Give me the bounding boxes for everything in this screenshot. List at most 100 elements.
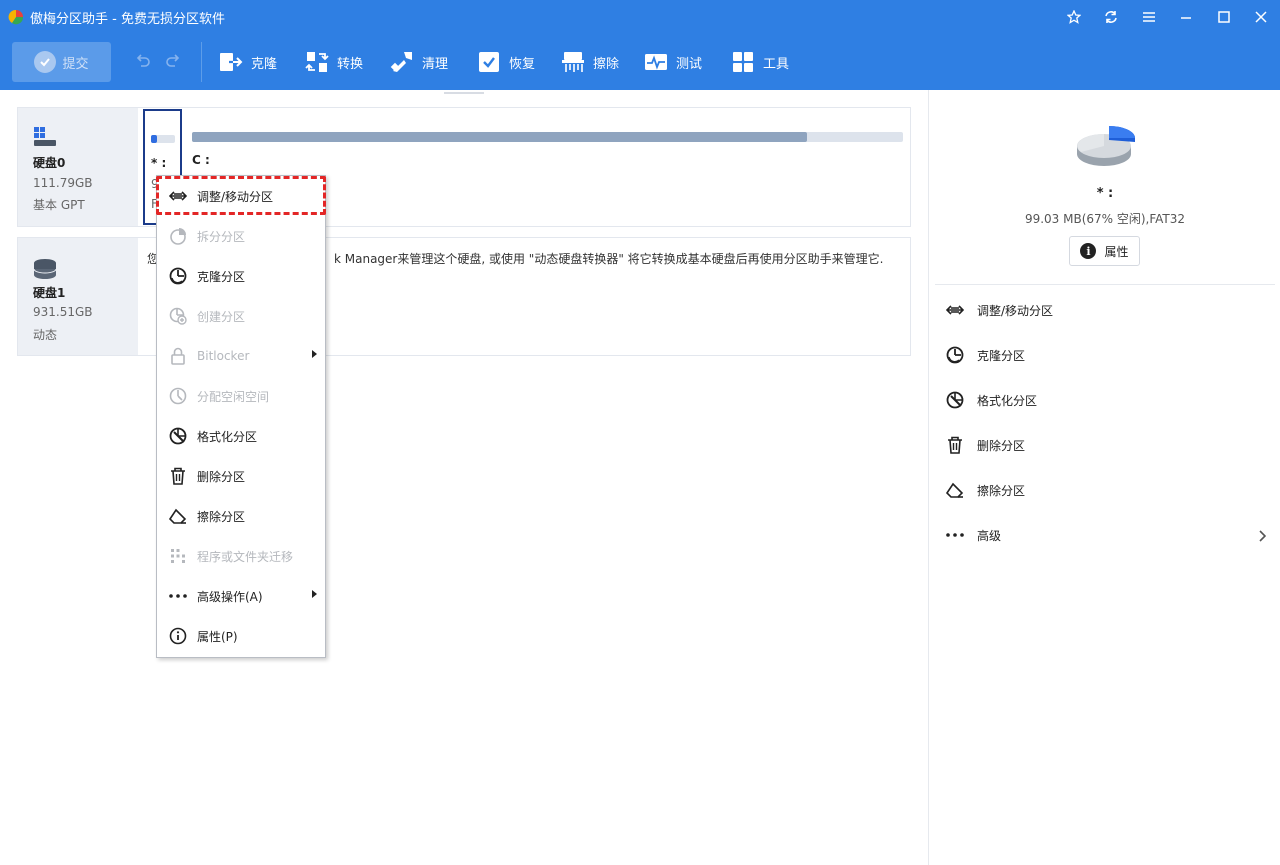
- clone-partition-icon: [169, 267, 187, 285]
- disk-info-1[interactable]: 硬盘1 931.51GB 动态: [18, 238, 138, 355]
- menu-item-wipe-partition[interactable]: 擦除分区: [157, 496, 325, 536]
- action-label: 高级: [977, 528, 1002, 543]
- toolbar-tools-label: 工具: [763, 56, 790, 72]
- toolbar-convert-button[interactable]: 转换: [305, 48, 363, 76]
- toolbar-recover-label: 恢复: [509, 56, 536, 72]
- clone-icon: [220, 53, 243, 71]
- menu-item-label: 程序或文件夹迁移: [197, 549, 294, 564]
- menu-item-label: 擦除分区: [197, 509, 246, 524]
- disk-row-1: 硬盘1 931.51GB 动态 您 k Manager来管理这个硬盘, 或使用 …: [17, 237, 911, 356]
- dynamic-disk-icon: [33, 259, 57, 279]
- menu-item-allocate-free-space[interactable]: 分配空闲空间: [157, 376, 325, 416]
- redo-icon[interactable]: [164, 52, 182, 70]
- partition-label: C :: [192, 153, 210, 167]
- action-delete-partition[interactable]: 删除分区: [945, 433, 1025, 457]
- menu-item-label: 克隆分区: [197, 269, 246, 284]
- favorite-star-icon[interactable]: [1055, 0, 1093, 34]
- action-label: 克隆分区: [977, 348, 1026, 363]
- action-label: 格式化分区: [977, 393, 1038, 408]
- action-wipe-partition[interactable]: 擦除分区: [945, 478, 1025, 502]
- create-partition-icon: [169, 307, 187, 325]
- context-menu: 调整/移动分区 拆分分区 克隆分区 创建分区 Bitlocker 分配空闲空间: [156, 175, 326, 658]
- submenu-arrow-icon: [312, 350, 317, 358]
- toolbar-divider: [201, 42, 202, 82]
- submit-button[interactable]: 提交: [12, 42, 111, 82]
- menu-item-label: 删除分区: [197, 469, 246, 484]
- menu-item-app-migration[interactable]: 程序或文件夹迁移: [157, 536, 325, 576]
- menu-item-resize[interactable]: 调整/移动分区: [157, 176, 325, 216]
- action-advanced[interactable]: 高级: [945, 523, 1265, 547]
- right-pane: * : 99.03 MB(67% 空闲),FAT32 i 属性 调整/移动分区 …: [928, 90, 1280, 865]
- action-clone-partition[interactable]: 克隆分区: [945, 343, 1025, 367]
- action-label: 删除分区: [977, 438, 1026, 453]
- toolbar-clean-button[interactable]: 清理: [390, 48, 448, 76]
- toolbar-wipe-label: 擦除: [593, 56, 620, 72]
- disk-row-0: 硬盘0 111.79GB 基本 GPT * : 9 F C :: [17, 107, 911, 227]
- selected-partition-detail: 99.03 MB(67% 空闲),FAT32: [1024, 212, 1186, 226]
- submenu-arrow-icon: [312, 590, 317, 598]
- toolbar-clone-label: 克隆: [251, 56, 278, 72]
- menu-item-label: 创建分区: [197, 309, 246, 324]
- disk-type: 基本 GPT: [33, 198, 85, 212]
- menu-item-delete-partition[interactable]: 删除分区: [157, 456, 325, 496]
- menu-item-label: 高级操作(A): [197, 589, 263, 604]
- refresh-icon[interactable]: [1093, 0, 1131, 34]
- toolbar-convert-label: 转换: [337, 56, 364, 72]
- clone-partition-icon: [945, 345, 965, 365]
- properties-button[interactable]: i 属性: [1069, 236, 1140, 266]
- menu-item-label: 格式化分区: [197, 429, 258, 444]
- resize-icon: [169, 187, 187, 205]
- selected-partition-name: * :: [1096, 186, 1114, 201]
- toolbar-wipe-button[interactable]: 擦除: [561, 48, 619, 76]
- action-format-partition[interactable]: 格式化分区: [945, 388, 1037, 412]
- disk-name: 硬盘0: [33, 156, 66, 170]
- menu-icon[interactable]: [1130, 0, 1168, 34]
- more-icon: [169, 587, 187, 605]
- dynamic-disk-message: k Manager来管理这个硬盘, 或使用 "动态硬盘转换器" 将它转换成基本硬…: [334, 252, 884, 266]
- toolbar-test-button[interactable]: 测试: [644, 48, 702, 76]
- close-icon[interactable]: [1243, 0, 1280, 34]
- menu-item-properties[interactable]: 属性(P): [157, 616, 325, 656]
- check-icon: [34, 51, 57, 73]
- recover-icon: [479, 52, 499, 72]
- maximize-icon[interactable]: [1205, 0, 1243, 34]
- toolbar-clone-button[interactable]: 克隆: [219, 48, 277, 76]
- menu-item-bitlocker[interactable]: Bitlocker: [157, 336, 325, 376]
- partition-pie-icon: [1077, 126, 1135, 166]
- disk-type: 动态: [33, 328, 58, 342]
- window-title: 傲梅分区助手 - 免费无损分区软件: [30, 11, 225, 27]
- toolbar: 提交 克隆 转换 清理 恢复 擦除 测试 工具: [0, 34, 1280, 90]
- action-resize-partition[interactable]: 调整/移动分区: [945, 298, 1053, 322]
- menu-item-format-partition[interactable]: 格式化分区: [157, 416, 325, 456]
- menu-item-split[interactable]: 拆分分区: [157, 216, 325, 256]
- properties-label: 属性: [1104, 244, 1129, 259]
- clean-icon: [390, 52, 412, 72]
- toolbar-test-label: 测试: [676, 56, 703, 72]
- test-icon: [645, 54, 667, 70]
- format-icon: [945, 390, 965, 410]
- partition-label: * :: [151, 156, 167, 170]
- disk-info-0[interactable]: 硬盘0 111.79GB 基本 GPT: [18, 108, 138, 226]
- minimize-icon[interactable]: [1168, 0, 1206, 34]
- info-icon: i: [1080, 243, 1097, 259]
- menu-item-label: 拆分分区: [197, 229, 246, 244]
- undo-icon[interactable]: [134, 52, 152, 70]
- chevron-right-icon[interactable]: [1258, 530, 1266, 542]
- toolbar-recover-button[interactable]: 恢复: [477, 48, 535, 76]
- convert-icon: [305, 52, 329, 72]
- action-label: 调整/移动分区: [977, 303, 1054, 318]
- disk-size: 931.51GB: [33, 305, 93, 319]
- app-logo-icon: [8, 9, 24, 25]
- menu-item-clone-partition[interactable]: 克隆分区: [157, 256, 325, 296]
- lock-icon: [169, 347, 187, 365]
- disk-size: 111.79GB: [33, 176, 93, 190]
- menu-item-label: 调整/移动分区: [197, 189, 274, 204]
- toolbar-tools-button[interactable]: 工具: [731, 48, 789, 76]
- resize-handle[interactable]: [444, 92, 484, 94]
- title-bar: 傲梅分区助手 - 免费无损分区软件: [0, 0, 1280, 34]
- menu-item-label: 属性(P): [197, 629, 238, 644]
- menu-item-advanced[interactable]: 高级操作(A): [157, 576, 325, 616]
- divider: [935, 284, 1275, 285]
- partition-usage-bar: [192, 132, 903, 142]
- menu-item-create-partition[interactable]: 创建分区: [157, 296, 325, 336]
